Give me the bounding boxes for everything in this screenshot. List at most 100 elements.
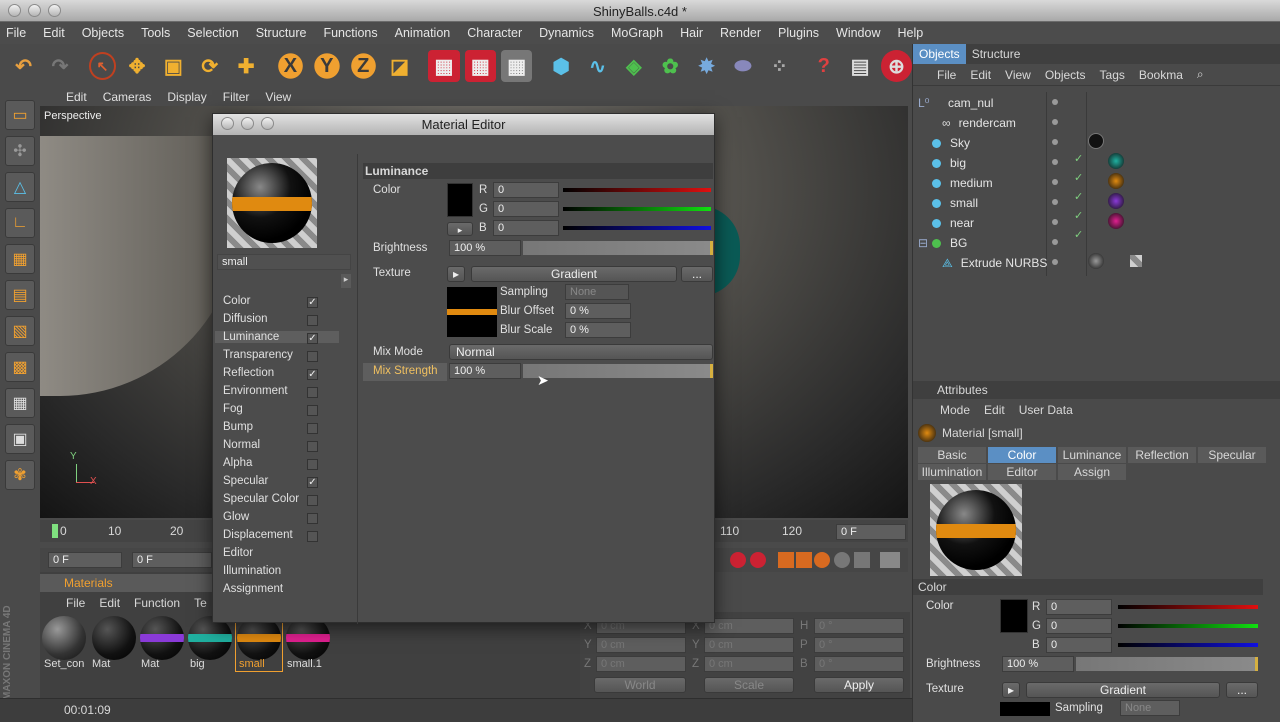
check-icon[interactable]: ✓ [1074, 209, 1083, 222]
objects-menu-bookmarks[interactable]: Bookma [1139, 68, 1183, 82]
edges-icon[interactable]: ∟ [5, 208, 35, 238]
points-icon[interactable]: △ [5, 172, 35, 202]
object-row[interactable]: near [932, 213, 974, 233]
help-icon[interactable]: ? [808, 50, 839, 82]
attr-tab-illumination[interactable]: Illumination [918, 464, 986, 480]
mat-menu-file[interactable]: File [66, 596, 85, 610]
me-b-field[interactable]: 0 [493, 220, 559, 236]
objects-menu-file[interactable]: File [937, 68, 956, 82]
snap-icon[interactable]: ▣ [5, 424, 35, 454]
checker-icon[interactable]: ▦ [5, 388, 35, 418]
attr-menu-edit[interactable]: Edit [984, 403, 1005, 417]
attr-menu-mode[interactable]: Mode [940, 403, 970, 417]
me-channel-item[interactable]: Specular [223, 475, 347, 487]
me-color-expand[interactable]: ▸ [447, 222, 473, 236]
key-pla-icon[interactable] [854, 552, 870, 568]
check-icon[interactable]: ✓ [1074, 152, 1083, 165]
tab-objects[interactable]: Objects [913, 44, 966, 64]
attr-tab-specular[interactable]: Specular [1198, 447, 1266, 463]
record-icon[interactable] [730, 552, 746, 568]
coord-p-field[interactable]: 0 ° [814, 637, 904, 653]
menu-structure[interactable]: Structure [256, 26, 307, 40]
me-r-slider[interactable] [563, 188, 711, 192]
me-channel-checkbox[interactable] [307, 387, 318, 398]
live-select-icon[interactable]: ↖ [88, 52, 117, 80]
object-row[interactable]: ∞ rendercam [942, 113, 1016, 133]
viewport-icon[interactable]: ▭ [5, 100, 35, 130]
move-icon[interactable]: ✥ [121, 50, 152, 82]
menu-window[interactable]: Window [836, 26, 880, 40]
me-texture-more[interactable]: ... [681, 266, 713, 282]
me-channel-item[interactable]: Bump [223, 421, 347, 433]
z-axis-icon[interactable]: Z [347, 50, 379, 82]
menu-functions[interactable]: Functions [323, 26, 377, 40]
coord-h-field[interactable]: 0 ° [814, 618, 904, 634]
texture-axis-icon[interactable]: ▩ [5, 352, 35, 382]
me-channel-checkbox[interactable]: ✓ [307, 477, 318, 488]
sculpt-icon[interactable]: ✾ [5, 460, 35, 490]
me-channel-item[interactable]: Illumination [223, 565, 347, 577]
me-channel-item[interactable]: Fog [223, 403, 347, 415]
menu-help[interactable]: Help [898, 26, 924, 40]
me-channel-item[interactable]: Editor [223, 547, 347, 559]
me-brightness-slider[interactable] [523, 241, 713, 255]
texture-tag-icon[interactable] [1130, 255, 1142, 267]
visibility-dot[interactable] [1052, 219, 1058, 225]
me-color-swatch[interactable] [447, 183, 473, 217]
tree-expand-icon[interactable]: ⊟ [918, 236, 932, 250]
menu-file[interactable]: File [6, 26, 26, 40]
objects-menu-objects[interactable]: Objects [1045, 68, 1086, 82]
viewport-menu-filter[interactable]: Filter [223, 90, 250, 104]
menu-mograph[interactable]: MoGraph [611, 26, 663, 40]
key-scale-icon[interactable] [796, 552, 812, 568]
attr-tab-basic[interactable]: Basic [918, 447, 986, 463]
me-channel-checkbox[interactable] [307, 495, 318, 506]
scale-icon[interactable]: ▣ [158, 50, 189, 82]
visibility-dot[interactable] [1052, 139, 1058, 145]
me-channel-item[interactable]: Color [223, 295, 347, 307]
extrude-material-tag[interactable] [1088, 253, 1104, 269]
menu-animation[interactable]: Animation [395, 26, 451, 40]
medium-material-tag[interactable] [1108, 173, 1124, 189]
me-channel-checkbox[interactable] [307, 405, 318, 416]
render-picture-viewer-icon[interactable]: ▦ [464, 50, 497, 82]
me-channel-item[interactable]: Specular Color [223, 493, 347, 505]
coord-pos-z-field[interactable]: 0 cm [596, 656, 686, 672]
me-channel-item[interactable]: Luminance [215, 331, 339, 343]
viewport-menu-cameras[interactable]: Cameras [103, 90, 152, 104]
mat-menu-edit[interactable]: Edit [99, 596, 120, 610]
me-sampling-dropdown[interactable]: None [565, 284, 629, 300]
menu-objects[interactable]: Objects [82, 26, 124, 40]
menu-dynamics[interactable]: Dynamics [539, 26, 594, 40]
me-material-preview[interactable] [227, 158, 317, 248]
attr-g-field[interactable]: 0 [1046, 618, 1112, 634]
me-channel-checkbox[interactable]: ✓ [307, 297, 318, 308]
rotate-icon[interactable]: ⟳ [194, 50, 225, 82]
me-zoom-button[interactable] [261, 117, 274, 130]
object-row[interactable]: big [932, 153, 966, 173]
viewport-menu-edit[interactable]: Edit [66, 90, 87, 104]
me-channel-item[interactable]: Alpha [223, 457, 347, 469]
check-icon[interactable]: ✓ [1074, 190, 1083, 203]
attr-b-slider[interactable] [1118, 643, 1258, 647]
preview-start-field[interactable]: 0 F [132, 552, 212, 568]
me-channel-item[interactable]: Reflection [223, 367, 347, 379]
render-settings-icon[interactable]: ▦ [501, 50, 533, 82]
objects-menu-tags[interactable]: Tags [1100, 68, 1125, 82]
attr-tab-editor[interactable]: Editor [988, 464, 1056, 480]
me-channel-item[interactable]: Diffusion [223, 313, 347, 325]
me-channel-checkbox[interactable] [307, 459, 318, 470]
model-tool-icon[interactable]: ✣ [5, 136, 35, 166]
attr-brightness-field[interactable]: 100 % [1002, 656, 1074, 672]
me-channel-checkbox[interactable] [307, 351, 318, 362]
big-material-tag[interactable] [1108, 153, 1124, 169]
sky-material-tag[interactable] [1088, 133, 1104, 149]
spline-icon[interactable]: ∿ [582, 50, 613, 82]
start-frame-field[interactable]: 0 F [48, 552, 122, 568]
scene-icon[interactable]: ⬬ [727, 50, 758, 82]
material-swatch[interactable] [140, 616, 184, 660]
attr-tab-reflection[interactable]: Reflection [1128, 447, 1196, 463]
key-param-icon[interactable] [834, 552, 850, 568]
attr-tab-color[interactable]: Color [988, 447, 1056, 463]
coord-size-z-field[interactable]: 0 cm [704, 656, 794, 672]
